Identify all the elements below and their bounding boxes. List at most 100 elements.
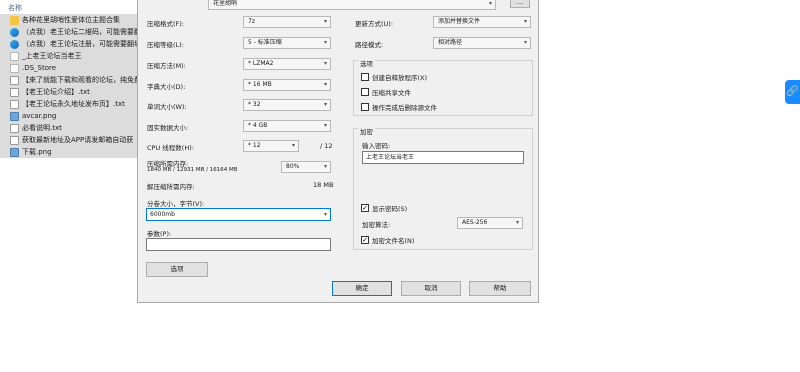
solid-select[interactable]: * 4 GB ▾ [243, 120, 331, 132]
checkbox-box [361, 73, 369, 81]
encryption-group-title: 加密 [358, 126, 375, 136]
chevron-down-icon: ▾ [323, 101, 327, 108]
solid-value: * 4 GB [248, 122, 268, 129]
help-button[interactable]: 帮助 [469, 281, 531, 296]
chevron-down-icon: ▾ [323, 122, 327, 129]
file-list-item[interactable]: 【来了就能下载和观看的论坛，纯免费 [0, 74, 137, 86]
file-name: .DS_Store [22, 64, 57, 72]
archive-path-combo[interactable]: 花里胡哨 ▾ [208, 0, 496, 10]
text-file-icon [10, 75, 19, 85]
file-name: _上老王论坛当老王 [22, 52, 82, 60]
method-select[interactable]: * LZMA2 ▾ [243, 58, 331, 70]
chevron-down-icon: ▾ [523, 39, 527, 46]
encryption-method-value: AES-256 [462, 219, 488, 226]
text-file-icon [10, 123, 19, 133]
dict-value: * 16 MB [248, 81, 272, 88]
archive-path-value: 花里胡哨 [213, 0, 238, 7]
mem-decompress-label: 解压缩所需内存: [147, 183, 195, 191]
params-input[interactable] [146, 238, 331, 251]
file-icon [10, 51, 19, 61]
chevron-down-icon: ▾ [515, 219, 519, 226]
path-mode-select[interactable]: 相对路径 ▾ [433, 37, 531, 49]
file-list-item[interactable]: 必看说明.txt [0, 122, 137, 134]
chevron-down-icon: ▾ [323, 81, 327, 88]
threads-select[interactable]: * 12 ▾ [243, 140, 299, 152]
file-name: 【来了就能下载和观看的论坛，纯免费 [22, 76, 137, 84]
delete-source-checkbox[interactable]: 操作完成后删除源文件 [361, 102, 437, 112]
threads-label: CPU 线程数(H): [147, 144, 194, 152]
sfx-label: 创建自释放程序(X) [372, 74, 428, 82]
file-name: 【老王论坛永久地址发布页】.txt [22, 100, 125, 108]
level-label: 压缩等级(L): [147, 41, 184, 49]
password-input[interactable]: 上老王论坛当老王 [362, 151, 524, 164]
shared-checkbox[interactable]: 压缩共享文件 [361, 87, 411, 97]
mem-percent-select[interactable]: 80% ▾ [281, 161, 331, 173]
password-label: 输入密码: [362, 142, 391, 150]
encrypt-names-label: 加密文件名(N) [372, 237, 415, 245]
word-label: 单词大小(W): [147, 103, 187, 111]
file-list-item[interactable]: 下载.png [0, 146, 137, 158]
volume-size-input[interactable]: 6000mb ▾ [146, 208, 331, 221]
format-select[interactable]: 7z ▾ [243, 16, 331, 28]
text-file-icon [10, 87, 19, 97]
volume-size-value: 6000mb [150, 211, 175, 218]
method-label: 压缩方法(M): [147, 62, 186, 70]
chevron-down-icon: ▾ [323, 211, 327, 218]
threads-max: / 12 [320, 142, 333, 150]
cancel-button[interactable]: 取消 [401, 281, 461, 296]
chevron-down-icon: ▾ [323, 60, 327, 67]
file-explorer-pane: 名称 各种花里胡哨性爱体位主题合集 （点我）老王论坛二维码，可能需要翻 （点我）老王… [0, 0, 137, 180]
mem-decompress-value: 18 MB [313, 181, 334, 189]
folder-icon [10, 15, 19, 25]
file-list-item[interactable]: 【老王论坛永久地址发布页】.txt [0, 98, 137, 110]
edge-icon [10, 27, 19, 37]
method-value: * LZMA2 [248, 60, 274, 67]
encryption-method-select[interactable]: AES-256 ▾ [457, 217, 523, 229]
check-icon: ✓ [361, 204, 369, 212]
file-name: 下载.png [22, 148, 52, 156]
name-column-header[interactable]: 名称 [8, 3, 22, 13]
path-mode-value: 相对路径 [438, 39, 463, 46]
dict-label: 字典大小(D): [147, 83, 186, 91]
threads-value: * 12 [248, 142, 261, 149]
options-group-title: 选项 [358, 58, 375, 68]
file-list-item[interactable]: avcar.png [0, 110, 137, 122]
sfx-checkbox[interactable]: 创建自释放程序(X) [361, 72, 427, 82]
file-list-item[interactable]: .DS_Store [0, 62, 137, 74]
chevron-down-icon: ▾ [291, 142, 295, 149]
update-mode-select[interactable]: 添加并替换文件 ▾ [433, 16, 531, 28]
word-select[interactable]: * 32 ▾ [243, 99, 331, 111]
level-value: 5 - 标准压缩 [248, 39, 282, 46]
file-name: 各种花里胡哨性爱体位主题合集 [22, 16, 120, 24]
update-mode-value: 添加并替换文件 [438, 18, 481, 25]
text-file-icon [10, 135, 19, 145]
show-password-checkbox[interactable]: ✓ 显示密码(S) [361, 203, 407, 213]
level-select[interactable]: 5 - 标准压缩 ▾ [243, 37, 331, 49]
file-list-item[interactable]: （点我）老王论坛二维码，可能需要翻 [0, 26, 137, 38]
options-button[interactable]: 选项 [146, 262, 208, 277]
file-name: avcar.png [22, 112, 57, 120]
file-list-item[interactable]: _上老王论坛当老王 [0, 50, 137, 62]
link-icon[interactable]: 🔗 [785, 80, 800, 104]
file-name: （点我）老王论坛注册，可能需要翻墙 [22, 40, 137, 48]
volume-label: 分卷大小，字节(V): [147, 200, 205, 208]
file-list-item[interactable]: 获取最新地址及APP请发邮箱自动获 [0, 134, 137, 146]
format-value: 7z [248, 18, 255, 25]
format-label: 压缩格式(F): [147, 20, 185, 28]
text-file-icon [10, 99, 19, 109]
file-list-item[interactable]: （点我）老王论坛注册，可能需要翻墙 [0, 38, 137, 50]
file-list-item[interactable]: 各种花里胡哨性爱体位主题合集 [0, 14, 137, 26]
chevron-down-icon: ▾ [488, 0, 492, 7]
dict-select[interactable]: * 16 MB ▾ [243, 79, 331, 91]
browse-button[interactable]: ... [510, 0, 530, 8]
file-list-item[interactable]: 【老王论坛介绍】.txt [0, 86, 137, 98]
show-password-label: 显示密码(S) [372, 205, 408, 213]
chevron-down-icon: ▾ [323, 18, 327, 25]
mem-compress-detail: 1840 MB / 12931 MB / 16164 MB [147, 167, 238, 173]
encrypt-names-checkbox[interactable]: ✓ 加密文件名(N) [361, 235, 414, 245]
encryption-group: 加密 输入密码: 上老王论坛当老王 ✓ 显示密码(S) 加密算法: AES-256… [353, 126, 533, 250]
file-name: 获取最新地址及APP请发邮箱自动获 [22, 136, 134, 144]
path-mode-label: 路径模式: [355, 41, 384, 49]
file-list: 各种花里胡哨性爱体位主题合集 （点我）老王论坛二维码，可能需要翻 （点我）老王论坛注… [0, 14, 137, 158]
ok-button[interactable]: 确定 [332, 281, 392, 296]
